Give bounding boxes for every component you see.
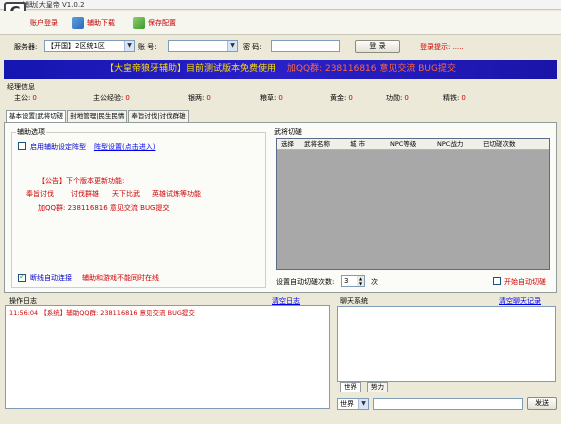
banner-qq-text: 加QQ群: 238116816 意见交流 BUG提交 bbox=[286, 64, 456, 74]
auto-reconnect-note: 辅助和游戏不能同时在线 bbox=[82, 274, 159, 282]
col-npc-power: NPC战力 bbox=[437, 140, 464, 148]
server-label: 服务器: bbox=[14, 43, 38, 51]
password-label: 密 码: bbox=[243, 43, 262, 51]
download-icon bbox=[72, 17, 84, 29]
chevron-down-icon: ▼ bbox=[358, 399, 368, 409]
title-bar: 辅助[大皇帝 V1.0.2 bbox=[0, 0, 561, 10]
col-duel-count: 已切磋次数 bbox=[483, 140, 516, 148]
tab-fief-management[interactable]: 封地管理|民生民情 bbox=[67, 110, 128, 122]
assist-group-title: 辅助选项 bbox=[16, 128, 46, 137]
download-label: 辅助下载 bbox=[87, 19, 115, 27]
stat-gold: 黄金: 0 bbox=[330, 94, 353, 102]
announce-item-2: 讨伐群雄 bbox=[71, 190, 99, 198]
chat-area[interactable] bbox=[337, 306, 556, 382]
log-line: 11:56:04 【系统】辅助QQ群: 238116816 意见交流 BUG提交 bbox=[9, 309, 195, 317]
duel-group-title: 武将切磋 bbox=[274, 128, 302, 136]
window-title: 辅助[大皇帝 V1.0.2 bbox=[22, 1, 85, 9]
tab-crusade[interactable]: 奉旨讨伐|讨伐群雄 bbox=[128, 110, 189, 122]
enable-formation-label[interactable]: 启用辅助设定阵型 bbox=[30, 142, 86, 152]
duel-count-label: 设置自动切磋次数: bbox=[276, 278, 335, 286]
col-select: 选择 bbox=[281, 140, 294, 148]
server-select[interactable]: 【开国】2区统1区 ▼ bbox=[44, 40, 135, 52]
tab-basic-settings[interactable]: 基本设置|武将切磋 bbox=[6, 110, 67, 122]
login-toolbar-button[interactable]: 账户登录 bbox=[30, 15, 58, 31]
chevron-down-icon: ▼ bbox=[227, 41, 237, 51]
save-icon bbox=[133, 17, 145, 29]
duel-table-header: 选择 武将名称 城 市 NPC等级 NPC战力 已切磋次数 bbox=[277, 139, 549, 150]
chat-tab-faction[interactable]: 势力 bbox=[367, 382, 388, 392]
announcement-banner: 【大皇帝狼牙辅助】目前测试版本免费使用 加QQ群: 238116816 意见交流… bbox=[4, 60, 557, 79]
clear-chat-link[interactable]: 清空聊天记录 bbox=[499, 296, 541, 306]
log-area[interactable]: 11:56:04 【系统】辅助QQ群: 238116816 意见交流 BUG提交 bbox=[5, 305, 330, 409]
main-tabs: 基本设置|武将切磋 封地管理|民生民情 奉旨讨伐|讨伐群雄 bbox=[6, 110, 190, 122]
col-general-name: 武将名称 bbox=[304, 140, 330, 148]
login-label: 账户登录 bbox=[30, 19, 58, 27]
save-config-label: 保存配置 bbox=[148, 19, 176, 27]
auto-reconnect-label[interactable]: 断线自动连接 bbox=[30, 273, 72, 283]
duel-table[interactable]: 选择 武将名称 城 市 NPC等级 NPC战力 已切磋次数 bbox=[276, 138, 550, 270]
formation-settings-link[interactable]: 阵型设置(点击进入) bbox=[94, 142, 155, 152]
chat-channel-select[interactable]: 世界 ▼ bbox=[337, 398, 369, 410]
duel-count-unit: 次 bbox=[371, 278, 378, 286]
auto-duel-label[interactable]: 开始自动切磋 bbox=[504, 277, 546, 287]
announce-qq: 加QQ群: 238116816 意见交流 BUG提交 bbox=[38, 204, 170, 212]
chat-title: 聊天系统 bbox=[340, 297, 368, 305]
stat-lord-exp: 主公经验: 0 bbox=[93, 94, 130, 102]
toolbar: 账户登录 辅助下载 保存配置 bbox=[0, 11, 561, 35]
account-select[interactable]: ▼ bbox=[168, 40, 238, 52]
stepper-arrows-icon[interactable]: ▲ ▼ bbox=[357, 276, 364, 286]
stat-lord: 主公: 0 bbox=[14, 94, 37, 102]
auto-reconnect-checkbox[interactable] bbox=[18, 272, 26, 282]
announce-item-4: 英雄试炼等功能 bbox=[152, 190, 201, 198]
server-value: 【开国】2区统1区 bbox=[47, 42, 105, 50]
login-button[interactable]: 登 录 bbox=[355, 40, 400, 53]
col-city: 城 市 bbox=[350, 140, 366, 148]
col-npc-level: NPC等级 bbox=[390, 140, 417, 148]
save-config-toolbar-button[interactable]: 保存配置 bbox=[133, 15, 176, 31]
announce-item-3: 天下比武 bbox=[112, 190, 140, 198]
banner-text: 【大皇帝狼牙辅助】目前测试版本免费使用 bbox=[105, 64, 277, 74]
announce-item-1: 奉旨讨伐 bbox=[26, 190, 54, 198]
send-button[interactable]: 发送 bbox=[527, 397, 557, 410]
account-label: 账 号: bbox=[138, 43, 157, 51]
login-hint: 登录提示: ..... bbox=[420, 43, 464, 51]
stat-grain: 粮草: 0 bbox=[260, 94, 283, 102]
assist-options-group: 辅助选项 启用辅助设定阵型 阵型设置(点击进入) 【公告】下个版本更新功能: 奉… bbox=[11, 128, 266, 288]
stat-silver: 银两: 0 bbox=[188, 94, 211, 102]
announce-title: 【公告】下个版本更新功能: bbox=[38, 177, 125, 185]
chat-message-input[interactable] bbox=[373, 398, 523, 410]
password-field[interactable] bbox=[271, 40, 340, 52]
stats-title: 经理信息 bbox=[7, 83, 35, 91]
stat-iron: 精铁: 0 bbox=[443, 94, 466, 102]
auto-duel-checkbox[interactable] bbox=[493, 277, 501, 285]
stat-merit: 功勋: 0 bbox=[386, 94, 409, 102]
duel-count-stepper[interactable]: 3 ▲ ▼ bbox=[341, 275, 365, 287]
tab-panel: 辅助选项 启用辅助设定阵型 阵型设置(点击进入) 【公告】下个版本更新功能: 奉… bbox=[4, 122, 557, 293]
chat-tab-world[interactable]: 世界 bbox=[340, 382, 361, 392]
download-toolbar-button[interactable]: 辅助下载 bbox=[72, 15, 115, 31]
enable-formation-checkbox[interactable] bbox=[18, 142, 26, 150]
chevron-down-icon: ▼ bbox=[124, 41, 134, 51]
